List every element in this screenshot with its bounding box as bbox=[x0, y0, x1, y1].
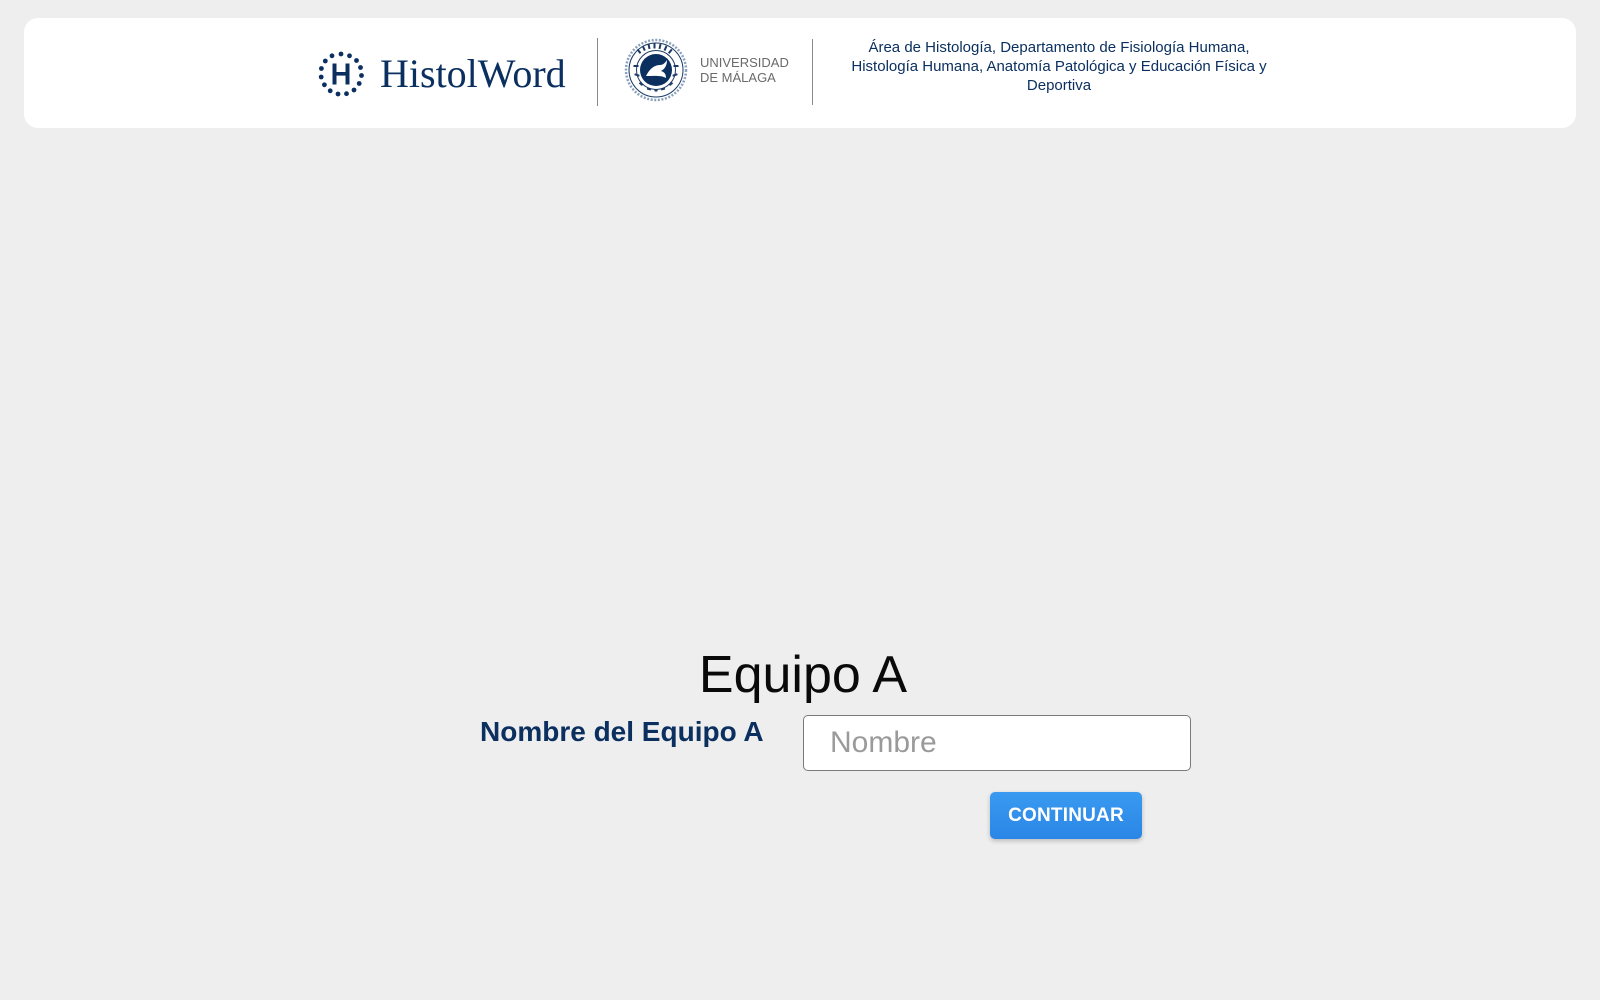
team-name-input[interactable] bbox=[803, 715, 1191, 771]
histolword-logo-link[interactable]: HistolWord bbox=[318, 50, 566, 98]
page-title: Equipo A bbox=[698, 646, 908, 704]
brand-name: HistolWord bbox=[380, 51, 566, 96]
continue-button[interactable]: CONTINUAR bbox=[990, 792, 1142, 839]
university-name-line1: UNIVERSIDAD bbox=[700, 55, 789, 70]
department-name: Área de Histología, Departamento de Fisi… bbox=[851, 39, 1267, 94]
header-divider bbox=[597, 38, 598, 106]
university-name-line2: DE MÁLAGA bbox=[700, 70, 776, 85]
team-name-label: Nombre del Equipo A bbox=[480, 716, 764, 747]
university-logo-link[interactable]: UNIVERSIDAD DE MÁLAGA bbox=[624, 38, 789, 102]
university-name: UNIVERSIDAD DE MÁLAGA bbox=[700, 55, 789, 85]
h-dotted-circle-icon bbox=[318, 51, 364, 97]
university-seal-icon bbox=[624, 38, 688, 102]
header-divider bbox=[812, 39, 813, 105]
header-bar: HistolWord UNIVERSIDAD DE MÁLAGA Área de… bbox=[24, 18, 1576, 128]
